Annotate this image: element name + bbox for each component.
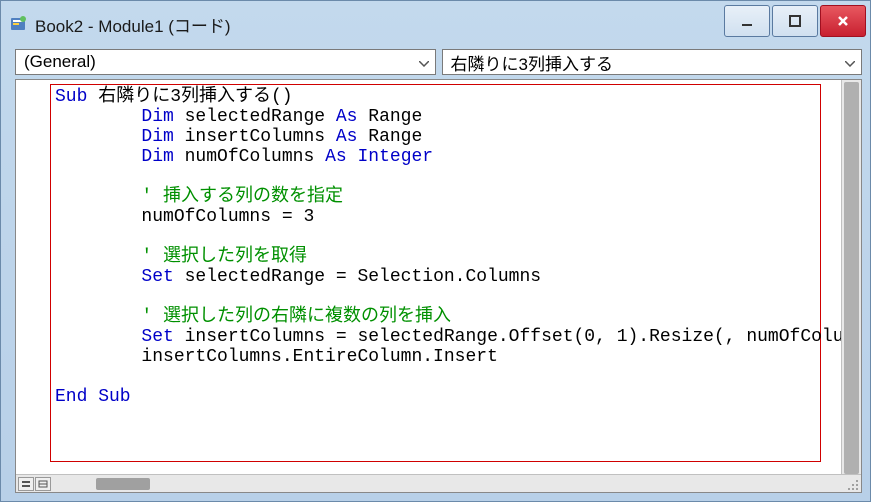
code-line: End Sub [55, 387, 816, 407]
titlebar[interactable]: Book2 - Module1 (コード) [1, 1, 870, 47]
code-line [55, 287, 816, 307]
chevron-down-icon [419, 52, 429, 72]
app-icon [9, 14, 29, 34]
close-button[interactable] [820, 5, 866, 37]
horizontal-scrollbar-thumb[interactable] [96, 478, 150, 490]
full-module-view-button[interactable] [35, 477, 51, 491]
code-line: Dim insertColumns As Range [55, 127, 816, 147]
bottom-bar [16, 474, 861, 492]
object-dropdown[interactable]: (General) [15, 49, 436, 75]
minimize-button[interactable] [724, 5, 770, 37]
code-line: ' 選択した列を取得 [55, 247, 816, 267]
code-line [55, 167, 816, 187]
view-buttons [16, 477, 52, 491]
procedure-dropdown[interactable]: 右隣りに3列挿入する [442, 49, 863, 75]
procedure-dropdown-value: 右隣りに3列挿入する [451, 50, 613, 75]
maximize-button[interactable] [772, 5, 818, 37]
code-line: ' 選択した列の右隣に複数の列を挿入 [55, 307, 816, 327]
code-editor[interactable]: Sub 右隣りに3列挿入する() Dim selectedRange As Ra… [50, 84, 821, 462]
chevron-down-icon [845, 52, 855, 72]
code-line: Dim numOfColumns As Integer [55, 147, 816, 167]
code-line [55, 227, 816, 247]
horizontal-scrollbar[interactable] [56, 477, 841, 491]
code-line: Set selectedRange = Selection.Columns [55, 267, 816, 287]
code-line: insertColumns.EntireColumn.Insert [55, 347, 816, 367]
code-line: Sub 右隣りに3列挿入する() [55, 87, 816, 107]
resize-grip-icon[interactable] [847, 478, 859, 490]
vba-code-window: Book2 - Module1 (コード) (General) 右隣りに3列挿入… [0, 0, 871, 502]
code-line: numOfColumns = 3 [55, 207, 816, 227]
content-area: Sub 右隣りに3列挿入する() Dim selectedRange As Ra… [15, 79, 862, 493]
window-controls [722, 5, 866, 37]
code-line: Dim selectedRange As Range [55, 107, 816, 127]
code-line: Set insertColumns = selectedRange.Offset… [55, 327, 816, 347]
code-line: ' 挿入する列の数を指定 [55, 187, 816, 207]
code-container: Sub 右隣りに3列挿入する() Dim selectedRange As Ra… [16, 80, 861, 474]
vertical-scrollbar-thumb[interactable] [844, 82, 859, 474]
code-line [55, 367, 816, 387]
object-dropdown-value: (General) [24, 52, 96, 72]
dropdown-row: (General) 右隣りに3列挿入する [1, 47, 870, 77]
vertical-scrollbar[interactable] [841, 80, 861, 474]
procedure-view-button[interactable] [18, 477, 34, 491]
